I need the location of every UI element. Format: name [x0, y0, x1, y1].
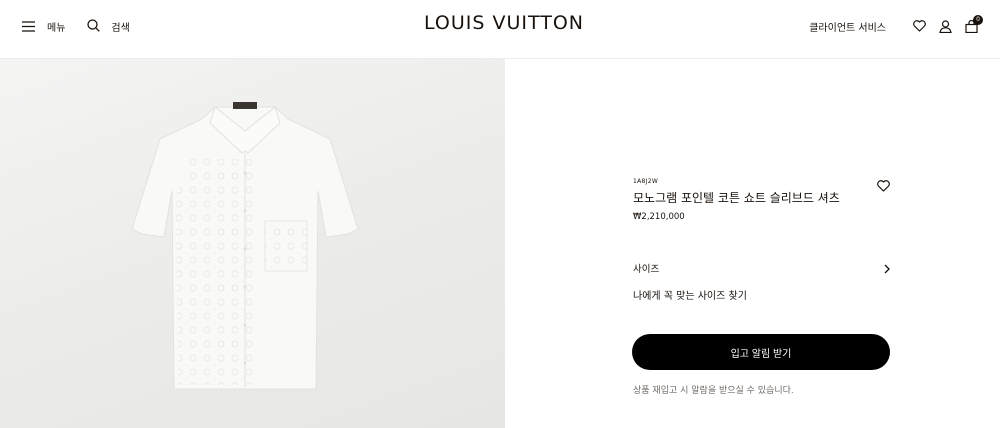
product-sku: 1A8J2W [633, 178, 659, 185]
product-image-panel[interactable] [0, 59, 505, 428]
brand-logo[interactable]: LOUIS VUITTON [390, 12, 618, 34]
size-selector[interactable]: 사이즈 [633, 261, 891, 275]
chevron-right-icon [883, 259, 891, 278]
product-price: ₩2,210,000 [633, 212, 685, 222]
client-service-link[interactable]: 클라이언트 서비스 [809, 19, 886, 34]
heart-icon[interactable] [877, 177, 890, 196]
user-icon[interactable] [939, 19, 952, 33]
menu-label: 메뉴 [47, 22, 66, 34]
search-button[interactable]: 검색 [87, 17, 130, 36]
heart-icon[interactable] [913, 20, 926, 32]
size-label: 사이즈 [633, 264, 660, 275]
product-shirt-image [131, 102, 359, 390]
product-title: 모노그램 포인텔 코튼 쇼트 슬리브드 셔츠 [633, 191, 840, 205]
notify-restock-button[interactable]: 입고 알림 받기 [632, 334, 890, 370]
size-guide-link[interactable]: 나에게 꼭 맞는 사이즈 찾기 [633, 287, 747, 302]
product-info: 1A8J2W 모노그램 포인텔 코튼 쇼트 슬리브드 셔츠 ₩2,210,000 [633, 178, 891, 222]
search-label: 검색 [111, 22, 130, 34]
header-right-nav: 클라이언트 서비스 0 [809, 14, 983, 36]
cart-count-badge: 0 [973, 14, 983, 25]
restock-note: 상품 재입고 시 알람을 받으실 수 있습니다. [633, 386, 794, 396]
header-left-nav: 메뉴 검색 [22, 17, 130, 35]
search-icon [87, 17, 101, 36]
hamburger-menu-icon [22, 17, 35, 36]
site-header: 메뉴 검색 LOUIS VUITTON 클라이언트 서비스 0 [0, 0, 1000, 59]
shopping-bag-icon[interactable]: 0 [965, 14, 983, 33]
menu-button[interactable]: 메뉴 [22, 17, 65, 36]
